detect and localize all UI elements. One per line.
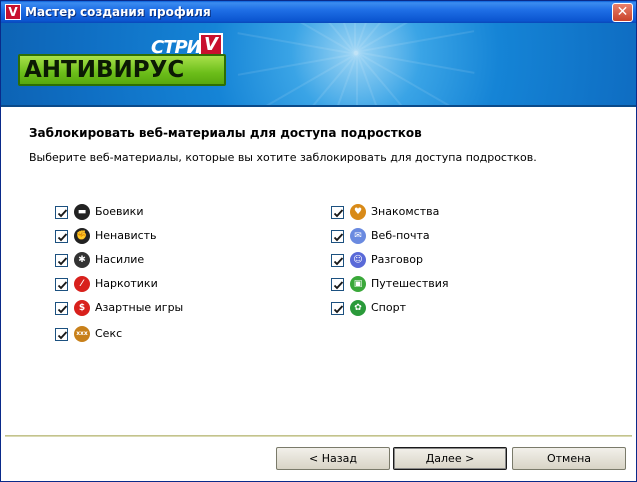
back-button[interactable]: < Назад <box>276 447 390 470</box>
page-heading: Заблокировать веб-материалы для доступа … <box>29 126 422 140</box>
app-logo-icon: V <box>5 4 21 20</box>
category-checkbox[interactable] <box>55 302 68 315</box>
category-label: Наркотики <box>95 277 158 290</box>
category-label: Разговор <box>371 253 423 266</box>
page-subtitle: Выберите веб-материалы, которые вы хотит… <box>29 151 537 164</box>
close-button[interactable]: ✕ <box>612 3 633 22</box>
fist-icon: ✊ <box>74 228 90 244</box>
category-checkbox[interactable] <box>331 230 344 243</box>
category-label: Насилие <box>95 253 145 266</box>
title-bar[interactable]: V Мастер создания профиля ✕ <box>1 1 636 23</box>
category-checkbox[interactable] <box>55 278 68 291</box>
header-banner: СТРИ V АНТИВИРУС <box>1 23 636 105</box>
category-label: Знакомства <box>371 205 440 218</box>
mail-icon: ✉ <box>350 228 366 244</box>
footer-separator <box>5 435 632 437</box>
category-label: Боевики <box>95 205 144 218</box>
category-checkbox[interactable] <box>331 278 344 291</box>
category-checkbox[interactable] <box>331 254 344 267</box>
category-label: Веб-почта <box>371 229 430 242</box>
gun-icon: ▬ <box>74 204 90 220</box>
travel-icon: ▣ <box>350 276 366 292</box>
chat-icon: ☺ <box>350 252 366 268</box>
cancel-button[interactable]: Отмена <box>512 447 626 470</box>
dating-icon: ♥ <box>350 204 366 220</box>
category-checkbox[interactable] <box>55 328 68 341</box>
xxx-icon: xxx <box>74 326 90 342</box>
logo-text: АНТИВИРУС <box>24 57 185 83</box>
category-checkbox[interactable] <box>55 206 68 219</box>
category-checkbox[interactable] <box>331 302 344 315</box>
sport-icon: ✿ <box>350 300 366 316</box>
category-label: Путешествия <box>371 277 449 290</box>
dollar-icon: $ <box>74 300 90 316</box>
category-label: Секс <box>95 327 123 340</box>
window-title: Мастер создания профиля <box>25 5 211 19</box>
category-label: Азартные игры <box>95 301 184 314</box>
next-button[interactable]: Далее > <box>393 447 507 470</box>
category-label: Спорт <box>371 301 406 314</box>
violence-icon: ✱ <box>74 252 90 268</box>
category-checkbox[interactable] <box>331 206 344 219</box>
wizard-window: V Мастер создания профиля ✕ СТРИ V АНТИВ… <box>0 0 637 482</box>
syringe-icon: ⁄ <box>74 276 90 292</box>
category-checkbox[interactable] <box>55 254 68 267</box>
banner-divider <box>1 105 636 107</box>
category-checkbox[interactable] <box>55 230 68 243</box>
category-label: Ненависть <box>95 229 157 242</box>
